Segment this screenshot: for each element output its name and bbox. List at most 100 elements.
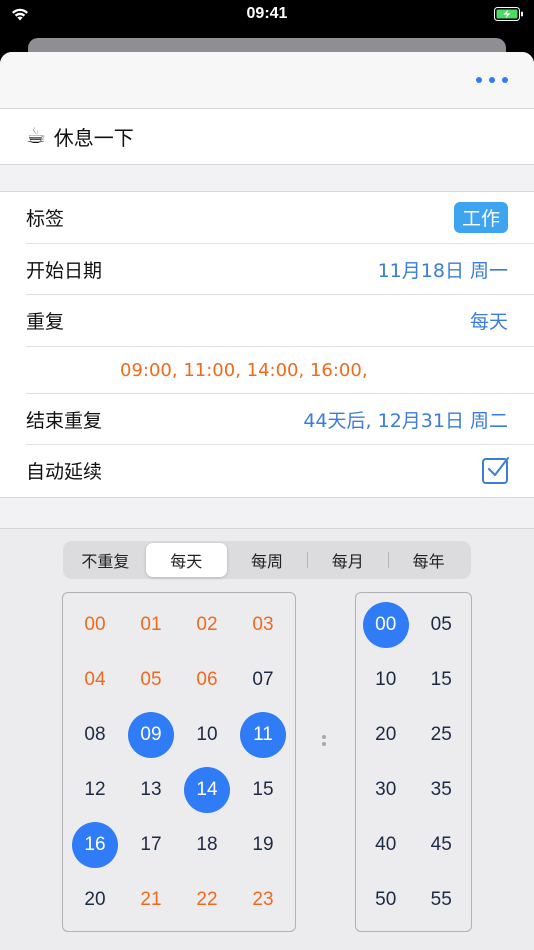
repeat-times: 09:00, 11:00, 14:00, 16:00, bbox=[120, 359, 368, 381]
hour-value: 22 bbox=[196, 888, 218, 910]
hour-cell[interactable]: 17 bbox=[123, 817, 179, 872]
minute-cell[interactable]: 00 bbox=[358, 597, 414, 652]
coffee-icon: ☕ bbox=[26, 124, 46, 149]
start-date-label: 开始日期 bbox=[26, 259, 103, 282]
battery-charging-icon bbox=[494, 7, 523, 21]
hour-grid: 00 01 02 03 04 05 06 07 08 09 10 11 12 13 14 15 16 17 18 19… bbox=[62, 592, 296, 932]
minute-value: 45 bbox=[430, 833, 452, 855]
hour-cell[interactable]: 22 bbox=[179, 872, 235, 927]
minute-value: 10 bbox=[375, 668, 397, 690]
hour-value: 03 bbox=[252, 613, 274, 635]
checkbox-checked-icon[interactable] bbox=[482, 456, 509, 484]
hour-value: 11 bbox=[240, 711, 286, 758]
hour-cell[interactable]: 19 bbox=[235, 817, 291, 872]
hour-cell[interactable]: 12 bbox=[67, 762, 123, 817]
hour-cell[interactable]: 02 bbox=[179, 597, 235, 652]
hour-cell[interactable]: 00 bbox=[67, 597, 123, 652]
hour-cell[interactable]: 20 bbox=[67, 872, 123, 927]
minute-cell[interactable]: 30 bbox=[358, 762, 414, 817]
minute-cell[interactable]: 55 bbox=[414, 872, 470, 927]
hour-value: 21 bbox=[140, 888, 162, 910]
settings-list: 标签 工作 开始日期 11月18日 周一 重复 每天 09:00, 11:00,… bbox=[0, 191, 534, 498]
segment-0[interactable]: 不重复 bbox=[65, 543, 146, 577]
hour-value: 14 bbox=[184, 766, 230, 813]
hour-value: 09 bbox=[128, 711, 174, 758]
status-time: 09:41 bbox=[246, 5, 288, 22]
hour-value: 13 bbox=[140, 778, 162, 800]
tag-label: 标签 bbox=[26, 208, 65, 231]
hour-cell[interactable]: 15 bbox=[235, 762, 291, 817]
minute-cell[interactable]: 10 bbox=[358, 652, 414, 707]
end-repeat-value[interactable]: 44天后, 12月31日 周二 bbox=[303, 406, 508, 433]
hour-cell[interactable]: 23 bbox=[235, 872, 291, 927]
repeat-picker: 不重复 每天 每周 每月 每年 00 01 02 03 04 05 06 07 08 09 10 11 12 13… bbox=[0, 528, 534, 950]
more-icon bbox=[476, 77, 482, 83]
segment-4[interactable]: 每年 bbox=[388, 543, 469, 577]
minute-cell[interactable]: 35 bbox=[414, 762, 470, 817]
minute-value: 15 bbox=[430, 668, 452, 690]
hour-value: 00 bbox=[84, 613, 106, 635]
minute-cell[interactable]: 45 bbox=[414, 817, 470, 872]
hour-cell[interactable]: 05 bbox=[123, 652, 179, 707]
minute-cell[interactable]: 20 bbox=[358, 707, 414, 762]
task-title: 休息一下 bbox=[53, 126, 134, 150]
auto-extend-row[interactable]: 自动延续 bbox=[0, 445, 534, 497]
segment-2[interactable]: 每周 bbox=[227, 543, 308, 577]
hour-cell[interactable]: 14 bbox=[179, 762, 235, 817]
hour-cell[interactable]: 07 bbox=[235, 652, 291, 707]
hour-value: 02 bbox=[196, 613, 218, 635]
minute-value: 55 bbox=[430, 888, 452, 910]
minute-value: 35 bbox=[430, 778, 452, 800]
minute-cell[interactable]: 40 bbox=[358, 817, 414, 872]
tag-row[interactable]: 标签 工作 bbox=[0, 192, 534, 244]
hour-value: 04 bbox=[84, 668, 106, 690]
minute-value: 00 bbox=[362, 601, 409, 648]
minute-cell[interactable]: 15 bbox=[414, 652, 470, 707]
minute-grid: 00 05 10 15 20 25 30 35 40 45 50 55 bbox=[355, 592, 472, 932]
hour-value: 23 bbox=[252, 888, 274, 910]
hour-cell[interactable]: 13 bbox=[123, 762, 179, 817]
start-date-value[interactable]: 11月18日 周一 bbox=[378, 256, 508, 283]
hour-value: 15 bbox=[252, 778, 274, 800]
repeat-label: 重复 bbox=[26, 311, 65, 334]
hour-cell[interactable]: 10 bbox=[179, 707, 235, 762]
hour-cell[interactable]: 18 bbox=[179, 817, 235, 872]
minute-cell[interactable]: 50 bbox=[358, 872, 414, 927]
hour-value: 16 bbox=[72, 821, 118, 868]
hour-cell[interactable]: 04 bbox=[67, 652, 123, 707]
hour-value: 12 bbox=[84, 778, 106, 800]
hour-value: 17 bbox=[140, 833, 162, 855]
repeat-row[interactable]: 重复 每天 bbox=[0, 295, 534, 347]
start-date-row[interactable]: 开始日期 11月18日 周一 bbox=[0, 244, 534, 296]
hour-cell[interactable]: 01 bbox=[123, 597, 179, 652]
repeat-value[interactable]: 每天 bbox=[470, 307, 508, 334]
hour-value: 19 bbox=[252, 833, 274, 855]
minute-value: 30 bbox=[375, 778, 397, 800]
hour-cell[interactable]: 21 bbox=[123, 872, 179, 927]
end-repeat-row[interactable]: 结束重复 44天后, 12月31日 周二 bbox=[0, 394, 534, 446]
repeat-times-row: 09:00, 11:00, 14:00, 16:00, bbox=[0, 347, 534, 394]
tag-badge[interactable]: 工作 bbox=[453, 202, 508, 234]
hour-cell[interactable]: 09 bbox=[123, 707, 179, 762]
minute-cell[interactable]: 25 bbox=[414, 707, 470, 762]
hour-cell[interactable]: 11 bbox=[235, 707, 291, 762]
end-repeat-label: 结束重复 bbox=[26, 409, 103, 432]
hour-cell[interactable]: 16 bbox=[67, 817, 123, 872]
hour-cell[interactable]: 06 bbox=[179, 652, 235, 707]
sheet-toolbar bbox=[0, 52, 534, 109]
task-title-row[interactable]: ☕ 休息一下 bbox=[0, 109, 534, 165]
hour-value: 18 bbox=[196, 833, 218, 855]
more-button[interactable] bbox=[476, 70, 508, 90]
auto-extend-label: 自动延续 bbox=[26, 461, 103, 484]
hour-cell[interactable]: 03 bbox=[235, 597, 291, 652]
minute-value: 40 bbox=[375, 833, 397, 855]
task-sheet: ☕ 休息一下 标签 工作 开始日期 11月18日 周一 重复 每天 09:00,… bbox=[0, 52, 534, 950]
minute-cell[interactable]: 05 bbox=[414, 597, 470, 652]
hour-value: 20 bbox=[84, 888, 106, 910]
hour-cell[interactable]: 08 bbox=[67, 707, 123, 762]
segment-1[interactable]: 每天 bbox=[145, 543, 227, 577]
hour-value: 01 bbox=[140, 613, 162, 635]
hour-value: 07 bbox=[252, 668, 274, 690]
minute-value: 20 bbox=[375, 723, 397, 745]
segment-3[interactable]: 每月 bbox=[307, 543, 388, 577]
